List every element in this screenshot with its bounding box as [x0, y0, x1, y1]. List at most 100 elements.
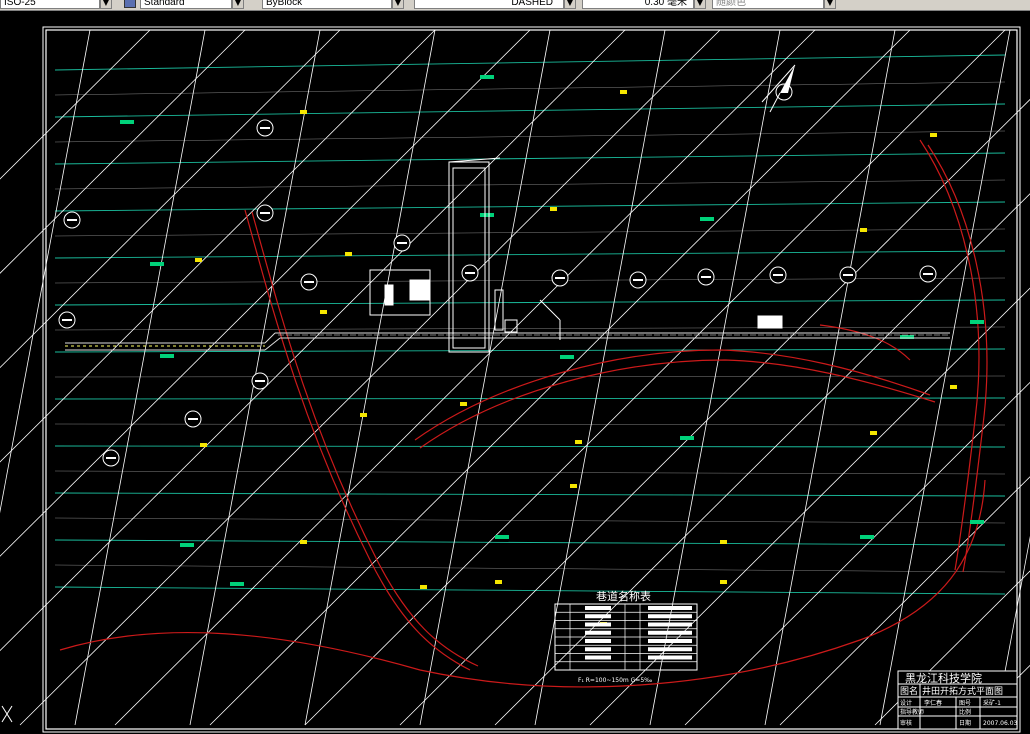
- marker-yellow: [550, 207, 557, 211]
- marker-green: [495, 535, 509, 539]
- contour-line: [54, 103, 1006, 118]
- marker-green: [970, 320, 984, 324]
- marker-green: [560, 355, 574, 359]
- marker-yellow: [360, 413, 367, 417]
- marker-yellow: [930, 133, 937, 137]
- marker-green: [230, 582, 244, 586]
- dimstyle-dropdown-arrow[interactable]: ▼: [232, 0, 244, 9]
- color-dropdown-arrow[interactable]: ▼: [392, 0, 404, 9]
- table-cell-text: [648, 647, 692, 652]
- grid-line-ne: [114, 29, 816, 726]
- title-block-cell: 2007.06.03: [983, 720, 1018, 727]
- contour-line: [54, 445, 1006, 448]
- contour-line-thin: [54, 326, 1006, 331]
- grid-line-ne: [0, 29, 151, 180]
- marker-green: [160, 354, 174, 358]
- plotstyle-combo[interactable]: 随颜色: [712, 0, 824, 9]
- contour-line-thin: [54, 470, 1006, 475]
- roadway-table-note: F₁ R=100~150m G=5‰: [578, 677, 652, 684]
- marker-yellow: [195, 258, 202, 262]
- roadway-table-title: 巷道名称表: [596, 589, 651, 603]
- marker-yellow: [720, 540, 727, 544]
- marker-yellow: [420, 585, 427, 589]
- grid-line-ne: [0, 29, 246, 274]
- color-combo[interactable]: ByBlock: [262, 0, 392, 9]
- sheet-inner-border: [45, 29, 1018, 730]
- table-cell-text: [585, 655, 611, 660]
- dimstyle-icon[interactable]: [124, 0, 136, 8]
- title-block-cell: 采矿-1: [983, 699, 1001, 707]
- marker-yellow: [300, 540, 307, 544]
- north-arrow-icon: [761, 64, 796, 113]
- properties-toolbar: ISO-25 ▼ Standard ▼ ByBlock ▼ DASHED ▼ 0…: [0, 0, 1030, 11]
- roadway-curve: [414, 349, 931, 441]
- marker-yellow: [200, 443, 207, 447]
- marker-yellow: [860, 228, 867, 232]
- title-block-cell: 李仁春: [924, 699, 942, 707]
- table-cell-text: [585, 639, 611, 643]
- table-cell-text: [585, 622, 611, 627]
- marker-yellow: [320, 310, 327, 314]
- marker-yellow: [620, 90, 627, 94]
- marker-yellow: [300, 110, 307, 114]
- marker-yellow: [950, 385, 957, 389]
- table-cell-text: [585, 630, 611, 635]
- marker-green: [150, 262, 164, 266]
- roadway-curve: [819, 324, 911, 361]
- roadway-curve: [927, 144, 988, 573]
- marker-yellow: [575, 440, 582, 444]
- contour-line: [54, 492, 1006, 497]
- table-cell-text: [648, 614, 692, 619]
- marker-yellow: [345, 252, 352, 256]
- grid-line-nw: [304, 29, 436, 726]
- contour-line-thin: [54, 277, 1006, 284]
- contour-line: [54, 152, 1006, 165]
- grid-line-ne: [0, 29, 341, 369]
- marker-yellow: [720, 580, 727, 584]
- marker-green: [680, 436, 694, 440]
- dimstyle-combo[interactable]: Standard: [140, 0, 232, 9]
- grid-line-ne: [779, 476, 1030, 726]
- table-cell-text: [648, 655, 692, 660]
- contour-line: [54, 539, 1006, 546]
- linetype-combo[interactable]: DASHED: [414, 0, 564, 9]
- roadway-curve: [419, 359, 936, 449]
- table-cell-text: [585, 614, 611, 619]
- ucs-x-icon: [1, 705, 13, 723]
- marker-yellow: [870, 431, 877, 435]
- contour-line: [54, 54, 1006, 71]
- roadway-names-table: 巷道名称表 F₁ R=100~150m G=5‰: [554, 589, 698, 684]
- title-block-name-label: 图名: [900, 685, 918, 697]
- contour-line-thin: [54, 564, 1006, 573]
- title-block-cell: 审核: [900, 719, 912, 727]
- marker-green: [480, 75, 494, 79]
- contour-line-thin: [54, 81, 1006, 96]
- contour-line: [54, 299, 1006, 306]
- table-cell-text: [648, 639, 692, 643]
- roadway-curve: [59, 479, 986, 688]
- marker-green: [700, 217, 714, 221]
- contour-line-thin: [54, 517, 1006, 524]
- title-block-cell: 设计: [900, 699, 912, 707]
- marker-yellow: [495, 580, 502, 584]
- drawing-canvas[interactable]: 巷道名称表 F₁ R=100~150m G=5‰ 黑龙江科技学院 图名 井田开拓…: [0, 11, 1030, 734]
- grid-line-ne: [874, 570, 1030, 726]
- textstyle-dropdown-arrow[interactable]: ▼: [100, 0, 112, 9]
- title-block-cell: 指导教师: [900, 708, 924, 716]
- contour-line: [54, 397, 1006, 400]
- textstyle-combo[interactable]: ISO-25: [0, 0, 100, 9]
- title-block-org: 黑龙江科技学院: [905, 671, 982, 685]
- linetype-dropdown-arrow[interactable]: ▼: [564, 0, 576, 9]
- contour-line-thin: [54, 179, 1006, 190]
- lineweight-dropdown-arrow[interactable]: ▼: [694, 0, 706, 9]
- contour-line: [54, 250, 1006, 259]
- marker-yellow: [460, 402, 467, 406]
- plotstyle-dropdown-arrow[interactable]: ▼: [824, 0, 836, 9]
- lineweight-combo[interactable]: 0.30 毫米: [582, 0, 694, 9]
- table-cell-text: [585, 606, 611, 610]
- borehole-symbols: [58, 119, 937, 467]
- title-block-cell: 比例: [959, 708, 971, 716]
- marker-green: [970, 520, 984, 524]
- marker-green: [180, 543, 194, 547]
- table-cell-text: [648, 606, 692, 610]
